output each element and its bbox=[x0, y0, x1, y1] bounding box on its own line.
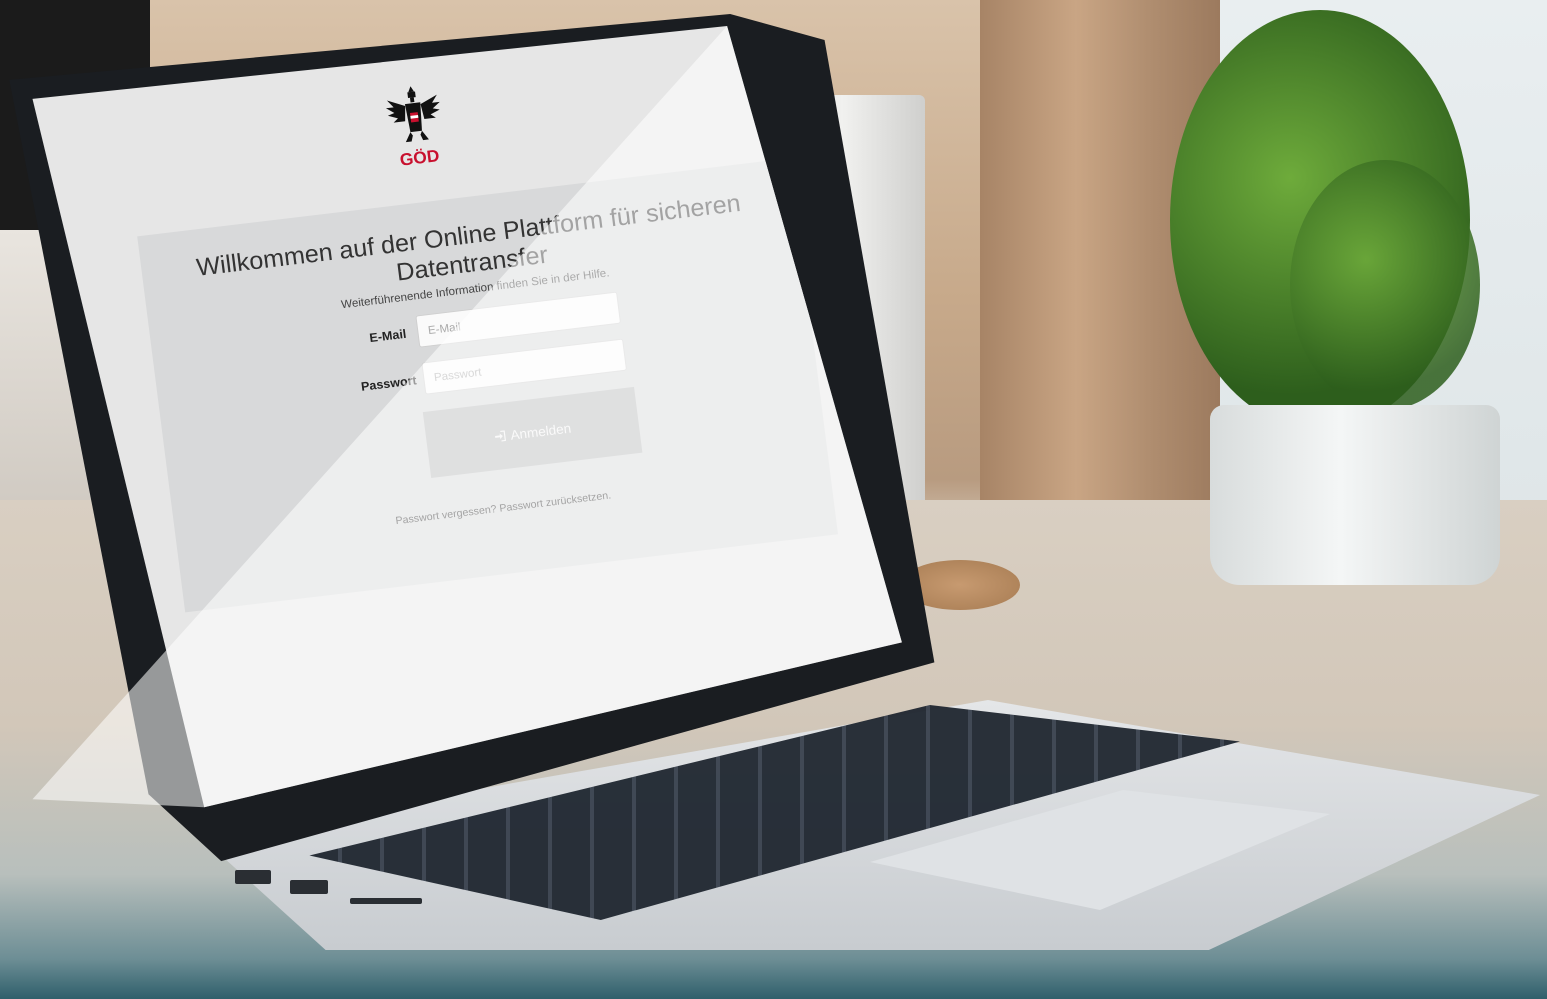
plant-leaves bbox=[1290, 160, 1480, 410]
goed-eagle-logo: GÖD bbox=[385, 86, 441, 170]
login-page: GÖD Willkommen auf der Online Plattform … bbox=[130, 86, 858, 622]
goed-logo-text: GÖD bbox=[399, 145, 441, 169]
hdmi-port bbox=[290, 880, 328, 894]
photo-scene: GÖD Willkommen auf der Online Plattform … bbox=[0, 0, 1547, 999]
sd-card-slot bbox=[350, 898, 422, 904]
sign-in-icon bbox=[495, 430, 506, 442]
plant-pot bbox=[1210, 405, 1500, 585]
usb-port bbox=[235, 870, 271, 884]
login-button-label: Anmelden bbox=[509, 420, 572, 443]
